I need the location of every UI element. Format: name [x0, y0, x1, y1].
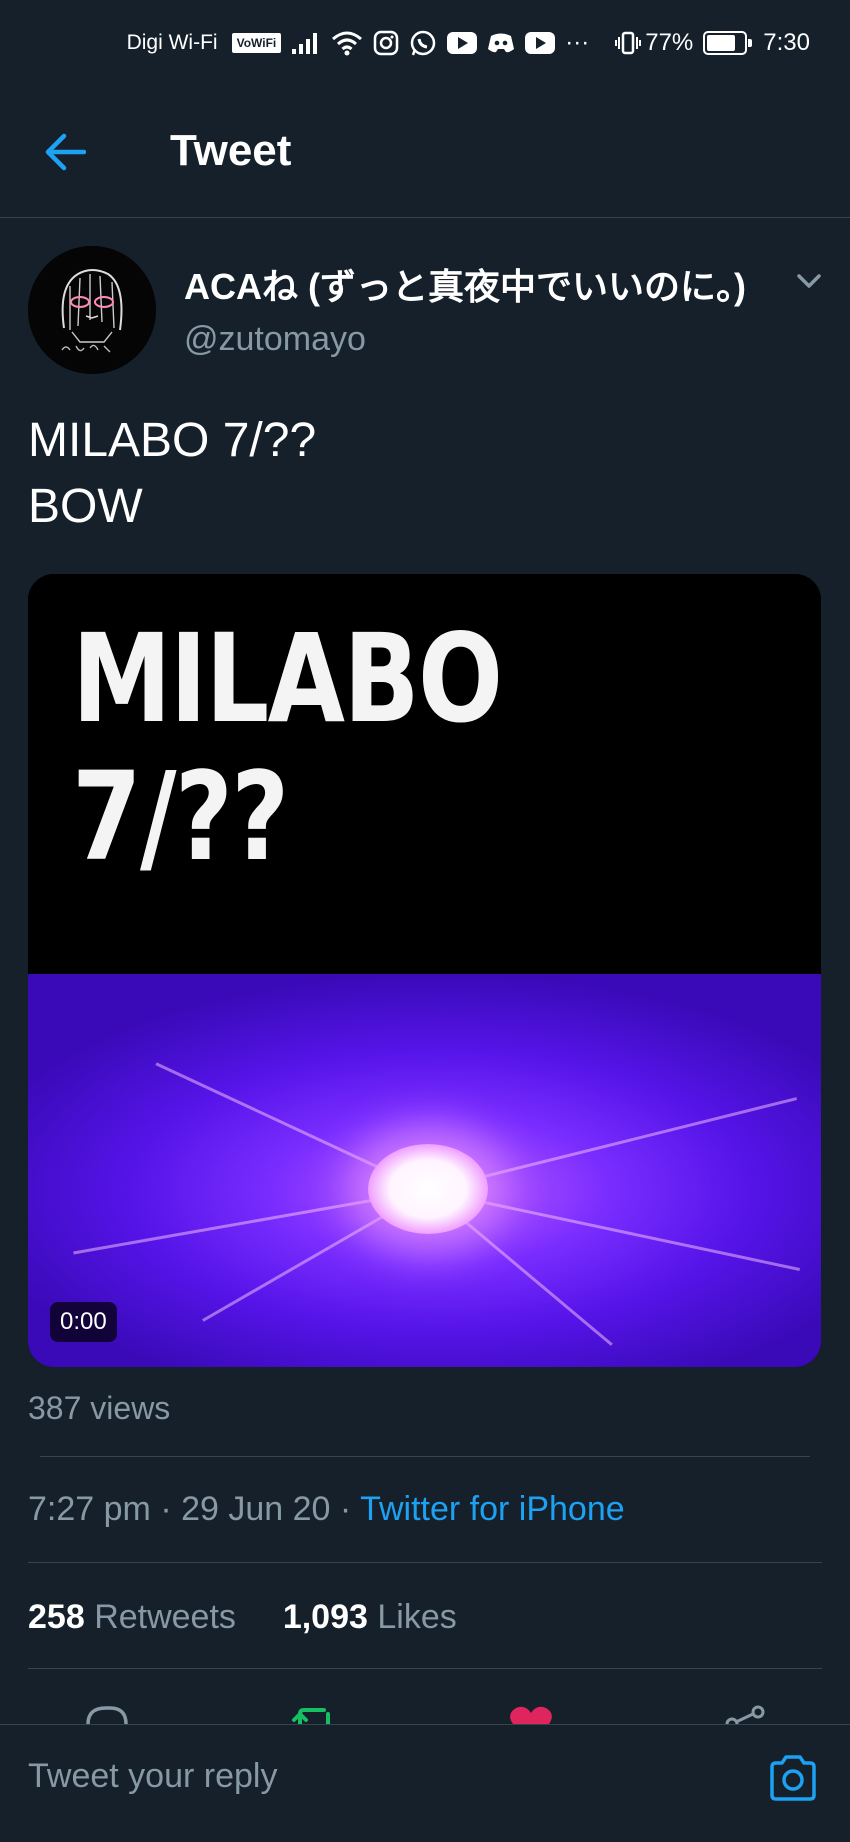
tweet-actions [0, 1700, 850, 1724]
instagram-icon [373, 30, 399, 56]
reply-bar: Tweet your reply [0, 1724, 850, 1842]
whatsapp-icon [409, 29, 437, 57]
video-duration-badge: 0:00 [50, 1302, 117, 1342]
engagement-stats: 258 Retweets 1,093 Likes [28, 1598, 457, 1637]
retweets-count: 258 [28, 1598, 85, 1636]
separator-dot: · [160, 1490, 172, 1528]
reply-input[interactable]: Tweet your reply [28, 1757, 748, 1807]
like-icon[interactable] [508, 1704, 554, 1724]
youtube-icon-2 [525, 32, 556, 54]
divider [28, 1562, 822, 1563]
reply-icon[interactable] [84, 1704, 130, 1724]
tweet-time: 7:27 pm [28, 1490, 151, 1528]
video-title-line: 7/?? [72, 746, 289, 888]
camera-icon[interactable] [766, 1753, 820, 1803]
status-bar: Digi Wi-Fi VoWiFi ··· 77% 7:30 [0, 0, 850, 86]
video-light-frame [28, 974, 821, 1367]
tweet-text-line: MILABO 7/?? [28, 414, 317, 467]
retweet-icon[interactable] [290, 1704, 338, 1724]
view-count: 387 views [28, 1390, 171, 1426]
carrier-label: Digi Wi-Fi [126, 31, 218, 54]
page-title: Tweet [170, 126, 292, 175]
discord-icon [487, 32, 515, 54]
video-title-line: MILABO [72, 608, 503, 750]
battery-icon [703, 31, 753, 55]
separator-dot: · [339, 1490, 352, 1528]
likes-stat[interactable]: 1,093 Likes [283, 1598, 457, 1636]
likes-label: Likes [377, 1598, 457, 1636]
signal-icon [291, 31, 321, 55]
chevron-down-icon[interactable] [792, 266, 826, 296]
back-arrow-icon[interactable] [44, 132, 87, 172]
video-title-text: MILABO 7/?? [72, 608, 503, 888]
tweet-text: MILABO 7/?? BOW [28, 408, 316, 540]
battery-percent: 77% [645, 29, 694, 56]
app-header: Tweet [0, 86, 850, 218]
retweets-label: Retweets [94, 1598, 236, 1636]
tweet-video[interactable]: MILABO 7/?? 0:00 [28, 574, 821, 1367]
divider [40, 1456, 810, 1457]
youtube-icon [447, 32, 478, 54]
tweet-text-line: BOW [28, 480, 143, 533]
light-flare [368, 1144, 488, 1234]
author-handle[interactable]: @zutomayo [184, 320, 366, 359]
wifi-icon [331, 30, 363, 56]
vibrate-icon [615, 30, 642, 56]
video-title-frame: MILABO 7/?? [28, 574, 821, 974]
tweet-source-link[interactable]: Twitter for iPhone [360, 1490, 625, 1528]
more-notifications-icon: ··· [565, 29, 590, 56]
vowifi-icon: VoWiFi [231, 33, 282, 53]
avatar[interactable] [28, 246, 156, 374]
divider [28, 1668, 822, 1669]
tweet-date: 29 Jun 20 [181, 1490, 331, 1528]
share-icon[interactable] [722, 1704, 768, 1724]
retweets-stat[interactable]: 258 Retweets [28, 1598, 245, 1636]
timestamp-row: 7:27 pm · 29 Jun 20 · Twitter for iPhone [28, 1490, 625, 1529]
author-name[interactable]: ACAね (ずっと真夜中でいいのに。) [184, 258, 746, 310]
clock: 7:30 [763, 29, 810, 56]
likes-count: 1,093 [282, 1598, 368, 1636]
